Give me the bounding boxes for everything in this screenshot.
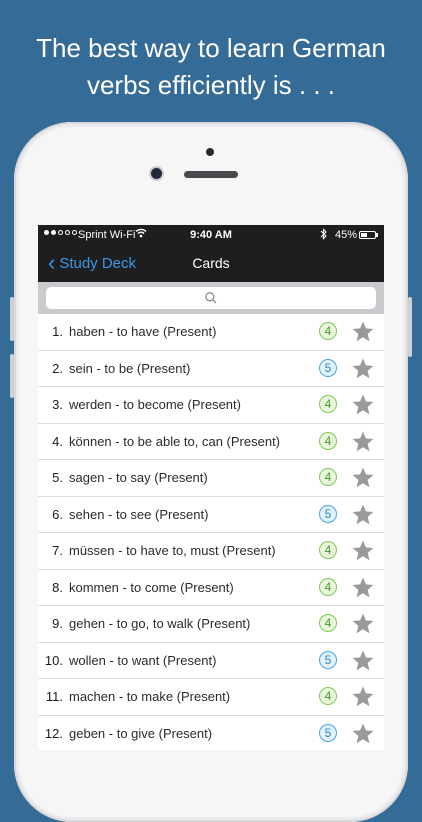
card-number: 7. xyxy=(52,543,63,558)
level-badge: 4 xyxy=(319,431,337,450)
star-icon[interactable] xyxy=(351,466,375,494)
promo-headline: The best way to learn German verbs effic… xyxy=(0,30,422,104)
card-label: gehen - to go, to walk (Present) xyxy=(69,616,251,631)
level-badge: 5 xyxy=(319,650,337,669)
card-row[interactable]: 6. sehen - to see (Present) 5 xyxy=(38,497,384,533)
card-label: sehen - to see (Present) xyxy=(69,506,209,522)
power-button xyxy=(408,297,412,357)
card-number: 8. xyxy=(52,579,63,595)
level-badge: 4 xyxy=(319,687,337,705)
card-number: 6. xyxy=(52,506,63,522)
clock: 9:40 AM xyxy=(190,229,232,241)
card-row[interactable]: 11. machen - to make (Present) 4 xyxy=(38,679,384,716)
star-icon[interactable] xyxy=(351,612,375,640)
card-label: sagen - to say (Present) xyxy=(69,470,208,485)
battery-percentage: 45% xyxy=(335,229,358,241)
card-row[interactable]: 8. kommen - to come (Present) 4 xyxy=(38,570,384,606)
star-icon[interactable] xyxy=(351,503,375,531)
card-number: 3. xyxy=(52,397,63,412)
card-label: werden - to become (Present) xyxy=(69,397,241,412)
level-badge: 4 xyxy=(319,322,337,340)
card-number: 11. xyxy=(45,689,63,704)
star-icon[interactable] xyxy=(351,357,375,385)
headline-line-2: verbs efficiently is . . . xyxy=(86,70,336,100)
star-icon[interactable] xyxy=(351,722,375,750)
bluetooth-icon xyxy=(320,228,328,243)
card-label: müssen - to have to, must (Present) xyxy=(69,543,276,558)
search-icon xyxy=(204,291,218,310)
status-bar: Sprint Wi-Fi 9:40 AM 45% xyxy=(38,225,384,245)
card-number: 2. xyxy=(52,360,63,376)
card-number: 1. xyxy=(52,324,63,339)
card-number: 9. xyxy=(52,616,63,631)
card-label: haben - to have (Present) xyxy=(69,324,217,339)
page-title: Cards xyxy=(192,255,230,271)
battery-tip xyxy=(376,233,378,237)
search-input[interactable] xyxy=(46,287,376,309)
card-label: machen - to make (Present) xyxy=(69,689,231,704)
card-row[interactable]: 7. müssen - to have to, must (Present) 4 xyxy=(38,533,384,570)
level-badge: 4 xyxy=(319,541,337,559)
card-row[interactable]: 5. sagen - to say (Present) 4 xyxy=(38,460,384,497)
star-icon[interactable] xyxy=(351,649,375,677)
card-row[interactable]: 9. gehen - to go, to walk (Present) 4 xyxy=(38,606,384,643)
card-number: 12. xyxy=(44,725,63,741)
card-row[interactable]: 10. wollen - to want (Present) 5 xyxy=(38,643,384,679)
card-row[interactable]: 1. haben - to have (Present) 4 xyxy=(38,314,384,351)
star-icon[interactable] xyxy=(351,430,375,458)
headline-line-1: The best way to learn German xyxy=(36,33,386,63)
card-number: 5. xyxy=(52,470,63,485)
volume-down-button xyxy=(10,354,14,398)
card-row[interactable]: 12. geben - to give (Present) 5 xyxy=(38,716,384,751)
star-icon[interactable] xyxy=(351,320,375,348)
card-label: wollen - to want (Present) xyxy=(69,652,217,668)
card-label: sein - to be (Present) xyxy=(69,360,191,376)
card-list: 1. haben - to have (Present) 4 2. sein - to … xyxy=(38,314,384,750)
star-icon[interactable] xyxy=(351,576,375,604)
card-row[interactable]: 3. werden - to become (Present) 4 xyxy=(38,387,384,424)
card-row[interactable]: 2. sein - to be (Present) 5 xyxy=(38,351,384,387)
star-icon[interactable] xyxy=(351,393,375,421)
battery-icon xyxy=(359,231,376,239)
level-badge: 4 xyxy=(319,614,337,632)
search-bar xyxy=(38,282,384,314)
card-label: können - to be able to, can (Present) xyxy=(69,433,281,449)
level-badge: 5 xyxy=(319,723,337,742)
card-number: 4. xyxy=(52,433,63,449)
card-label: kommen - to come (Present) xyxy=(69,579,234,595)
star-icon[interactable] xyxy=(351,539,375,567)
level-badge: 4 xyxy=(319,468,337,486)
level-badge: 4 xyxy=(319,577,337,596)
navigation-bar: ‹ Study Deck Cards xyxy=(38,245,384,282)
card-number: 10. xyxy=(44,652,63,668)
earpiece-speaker xyxy=(184,171,238,178)
card-row[interactable]: 4. können - to be able to, can (Present) 4 xyxy=(38,424,384,460)
volume-up-button xyxy=(10,297,14,341)
level-badge: 5 xyxy=(319,504,337,523)
star-icon[interactable] xyxy=(351,685,375,713)
phone-screen: Sprint Wi-Fi 9:40 AM 45% ‹ Study Deck Ca… xyxy=(38,225,384,750)
level-badge: 5 xyxy=(319,358,337,377)
proximity-sensor xyxy=(206,148,214,156)
level-badge: 4 xyxy=(319,395,337,413)
front-camera xyxy=(151,168,162,179)
card-label: geben - to give (Present) xyxy=(69,725,213,741)
